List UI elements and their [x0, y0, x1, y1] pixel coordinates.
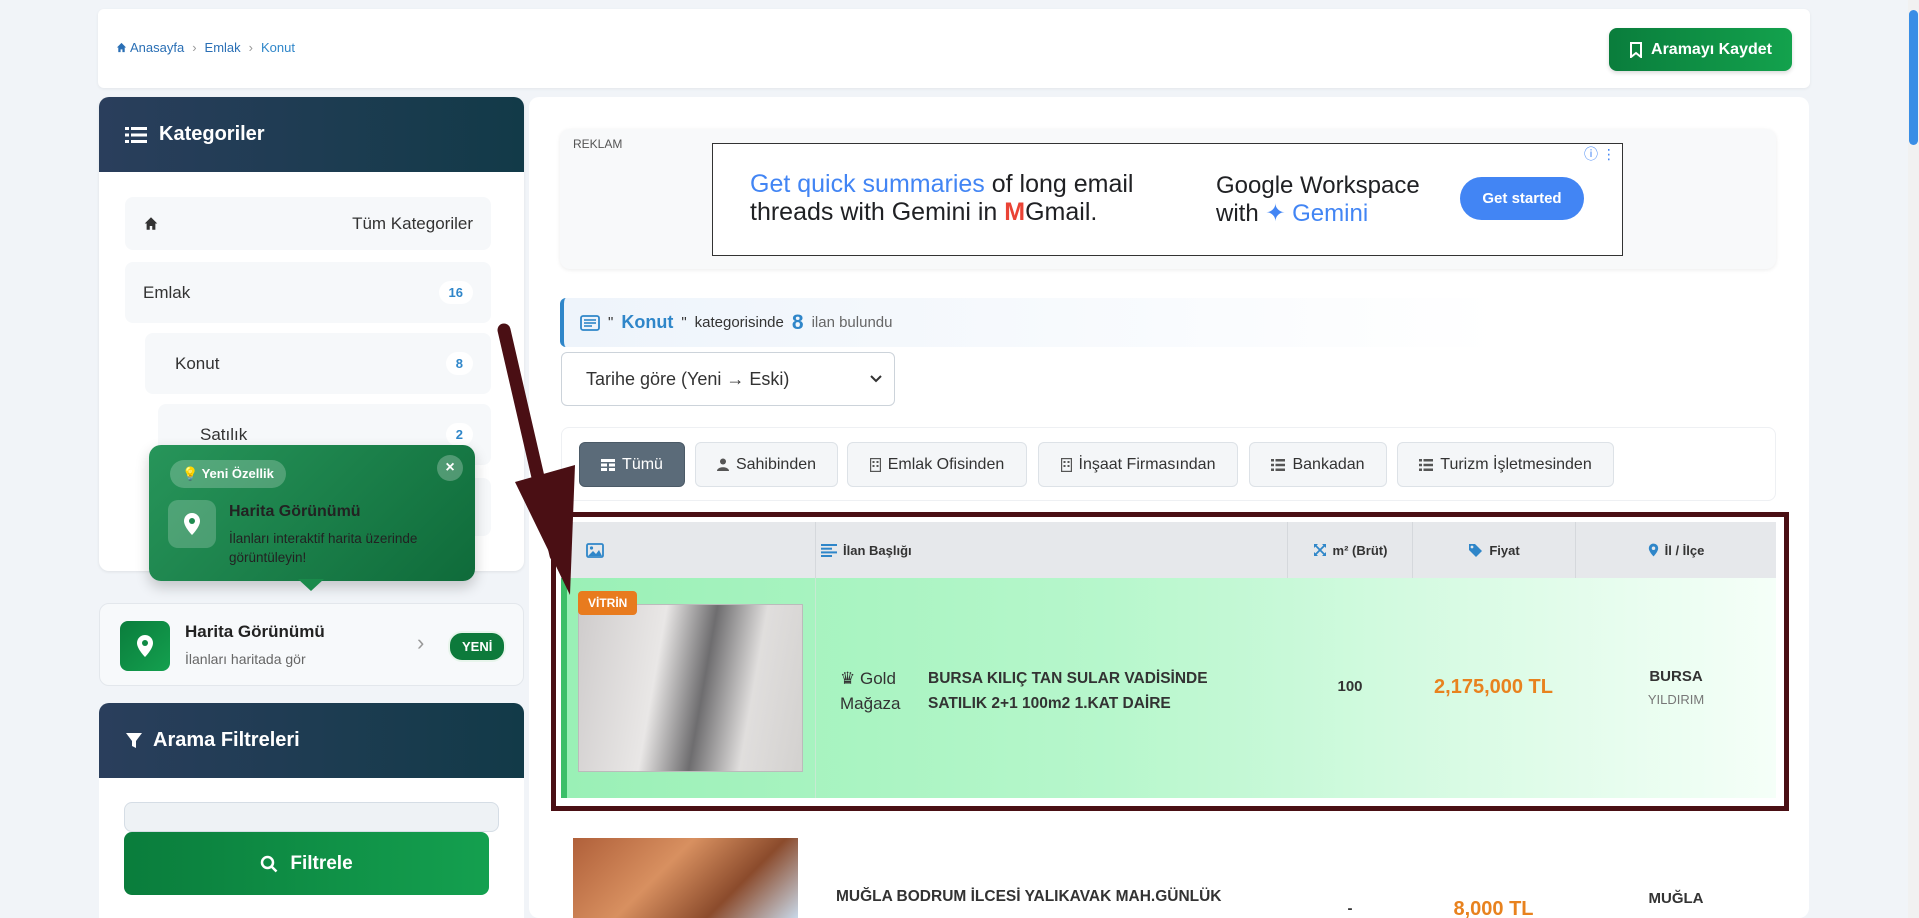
- annotation-arrow: [497, 323, 575, 595]
- scrollbar-thumb[interactable]: [1909, 10, 1918, 145]
